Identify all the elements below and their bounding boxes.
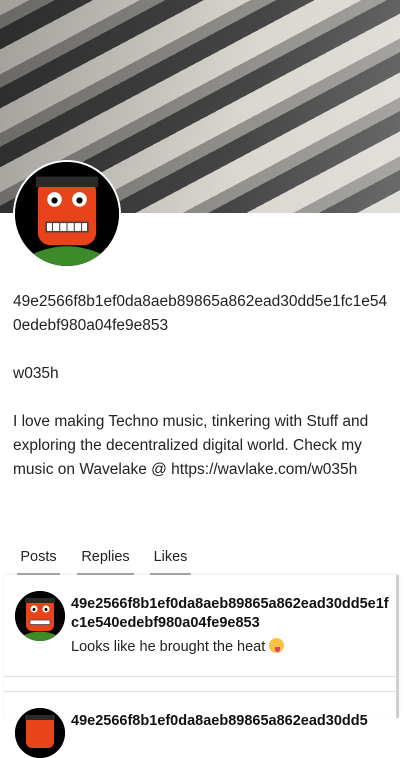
post-author-name[interactable]: 49e2566f8b1ef0da8aeb89865a862ead30dd5e1f…	[71, 595, 389, 633]
avatar-illustration	[15, 162, 119, 266]
post-item[interactable]: 49e2566f8b1ef0da8aeb89865a862ead30dd5	[4, 691, 396, 758]
profile-bio: I love making Techno music, tinkering wi…	[13, 413, 369, 478]
face-with-tongue-icon	[269, 638, 285, 653]
post-author-avatar[interactable]	[15, 591, 65, 641]
profile-avatar[interactable]	[13, 160, 121, 268]
post-content: Looks like he brought the heat	[71, 637, 285, 657]
post-content-text: Looks like he brought the heat	[71, 639, 266, 655]
tab-posts[interactable]: Posts	[17, 540, 60, 575]
tab-likes[interactable]: Likes	[150, 540, 191, 575]
post-author-name[interactable]: 49e2566f8b1ef0da8aeb89865a862ead30dd5	[71, 712, 389, 731]
post-author-avatar[interactable]	[15, 708, 65, 758]
avatar-illustration	[15, 708, 65, 758]
tab-replies[interactable]: Replies	[77, 540, 134, 575]
post-item[interactable]: 49e2566f8b1ef0da8aeb89865a862ead30dd5e1f…	[4, 575, 396, 677]
profile-pubkey: 49e2566f8b1ef0da8aeb89865a862ead30dd5e1f…	[13, 293, 388, 334]
banner-edge	[400, 0, 404, 213]
post-feed: 49e2566f8b1ef0da8aeb89865a862ead30dd5e1f…	[4, 575, 399, 758]
profile-tabs: Posts Replies Likes	[0, 540, 404, 576]
profile-name: w035h	[13, 365, 59, 382]
avatar-illustration	[15, 591, 65, 641]
